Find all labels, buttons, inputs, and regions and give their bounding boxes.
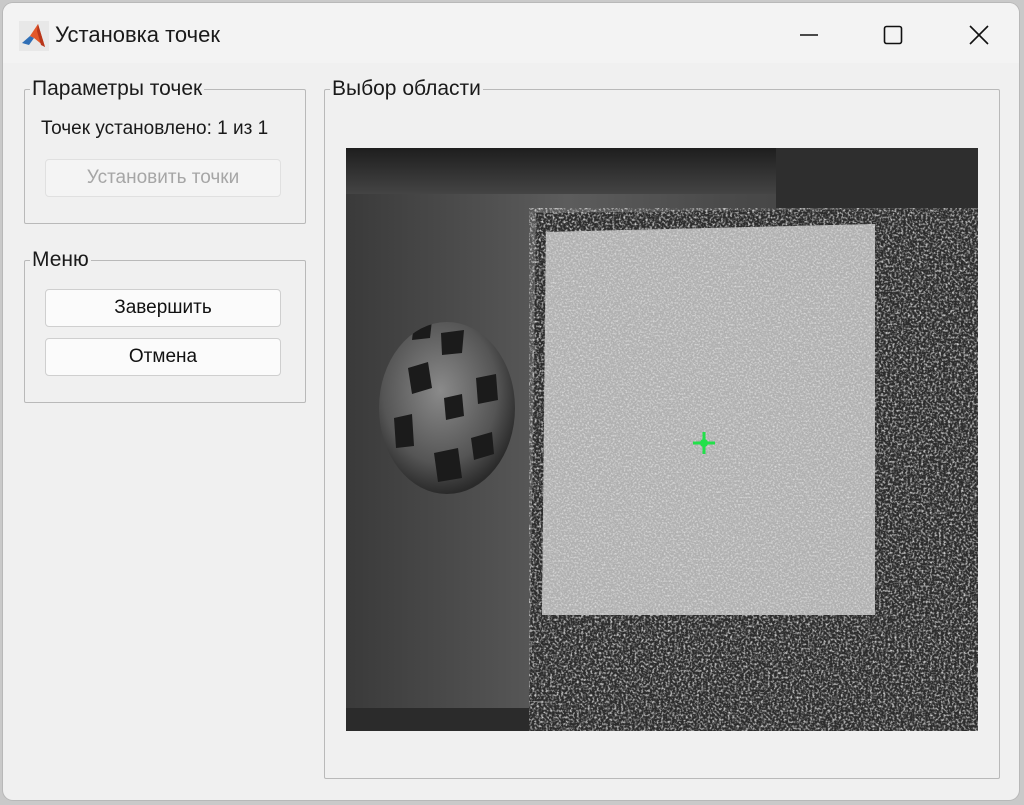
area-selection-title: Выбор области	[330, 76, 483, 102]
set-points-button[interactable]: Установить точки	[45, 159, 281, 197]
title-bar[interactable]: Установка точек	[3, 3, 1019, 63]
area-selection-panel: Выбор области	[324, 76, 1000, 779]
points-count-label: Точек установлено: 1 из 1	[41, 118, 269, 139]
minimize-button[interactable]	[779, 13, 839, 57]
app-window: Установка точек Параметры точек Точек ус…	[3, 3, 1019, 800]
points-params-panel: Параметры точек Точек установлено: 1 из …	[24, 76, 306, 224]
image-axes[interactable]	[346, 148, 978, 731]
maximize-button[interactable]	[863, 13, 923, 57]
minimize-icon	[800, 34, 818, 36]
close-button[interactable]	[949, 13, 1009, 57]
selected-region[interactable]	[542, 224, 875, 615]
menu-title: Меню	[30, 247, 91, 273]
camera-image[interactable]	[346, 148, 978, 731]
menu-panel: Меню Завершить Отмена	[24, 247, 306, 403]
finish-button[interactable]: Завершить	[45, 289, 281, 327]
window-title: Установка точек	[55, 22, 220, 47]
maximize-icon	[883, 25, 903, 45]
close-icon	[969, 25, 989, 45]
points-params-title: Параметры точек	[30, 76, 205, 102]
cancel-button[interactable]: Отмена	[45, 338, 281, 376]
matlab-logo-icon	[19, 21, 49, 51]
